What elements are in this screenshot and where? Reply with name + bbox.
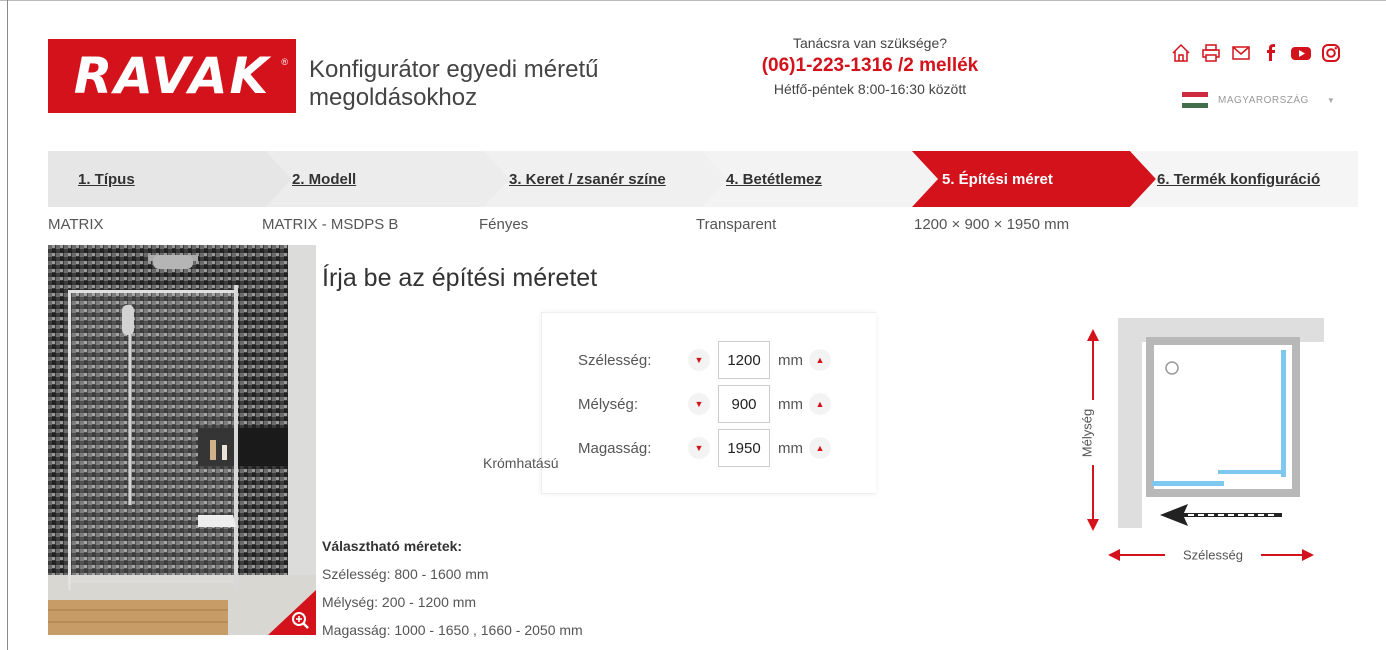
step-4-value: Transparent bbox=[696, 216, 777, 233]
step-5-value: 1200 × 900 × 1950 mm bbox=[914, 216, 1070, 233]
height-unit: mm bbox=[778, 439, 803, 457]
depth-increase-button[interactable]: ▲ bbox=[809, 393, 831, 415]
step-2-value: MATRIX - MSDPS B bbox=[262, 216, 399, 233]
height-decrease-button[interactable]: ▼ bbox=[688, 437, 710, 459]
depth-decrease-button[interactable]: ▼ bbox=[688, 393, 710, 415]
depth-label: Mélység: bbox=[578, 395, 639, 413]
dimension-form: Szélesség: ▼ mm ▲ Mélység: ▼ mm ▲ Magass… bbox=[541, 312, 876, 494]
step-1-tipus[interactable]: 1. Típus bbox=[78, 151, 135, 207]
height-increase-button[interactable]: ▲ bbox=[809, 437, 831, 459]
facebook-icon[interactable] bbox=[1260, 42, 1282, 64]
logo-text: RAVAK bbox=[73, 47, 271, 105]
depth-axis-label: Mélység bbox=[1079, 408, 1095, 458]
step-5-epitesi-meret[interactable]: 5. Építési méret bbox=[942, 151, 1053, 207]
available-depth: Mélység: 200 - 1200 mm bbox=[322, 594, 477, 610]
depth-unit: mm bbox=[778, 395, 803, 413]
hungary-flag-icon bbox=[1182, 92, 1208, 108]
width-axis-label: Szélesség bbox=[1183, 547, 1243, 563]
social-links bbox=[1170, 42, 1342, 64]
step-label: 6. Termék konfiguráció bbox=[1157, 170, 1321, 188]
language-selector[interactable]: MAGYARORSZÁG ▼ bbox=[1182, 92, 1335, 108]
step-2-modell[interactable]: 2. Modell bbox=[292, 151, 356, 207]
available-width: Szélesség: 800 - 1600 mm bbox=[322, 566, 489, 582]
ravak-logo[interactable]: RAVAK ® bbox=[48, 39, 296, 113]
step-6-termek-konfiguracio[interactable]: 6. Termék konfiguráció bbox=[1157, 151, 1320, 207]
frame-left bbox=[7, 0, 8, 650]
depth-row: Mélység: ▼ mm ▲ bbox=[578, 384, 831, 424]
step-3-value: Fényes bbox=[479, 216, 529, 233]
step-label: 3. Keret / zsanér színe bbox=[509, 170, 666, 188]
width-row: Szélesség: ▼ mm ▲ bbox=[578, 340, 831, 380]
help-block: Tanácsra van szüksége? (06)1-223-1316 /2… bbox=[740, 35, 1000, 97]
page-title: Írja be az építési méretet bbox=[322, 264, 598, 292]
width-increase-button[interactable]: ▲ bbox=[809, 349, 831, 371]
height-row: Magasság: ▼ mm ▲ bbox=[578, 428, 831, 468]
available-sizes: Választható méretek: Szélesség: 800 - 16… bbox=[322, 532, 583, 644]
help-hours: Hétfő-péntek 8:00-16:30 között bbox=[773, 81, 967, 97]
width-unit: mm bbox=[778, 351, 803, 369]
step-label: 4. Betétlemez bbox=[726, 170, 822, 188]
step-label: 5. Építési méret bbox=[942, 170, 1053, 188]
layout-diagram: Mélység Szélesség bbox=[1060, 315, 1340, 580]
print-icon[interactable] bbox=[1200, 42, 1222, 64]
step-bar: 1. Típus 2. Modell 3. Keret / zsanér szí… bbox=[48, 151, 1358, 207]
help-question: Tanácsra van szüksége? bbox=[792, 35, 948, 51]
finish-label: Krómhatású bbox=[483, 455, 559, 471]
chevron-down-icon: ▼ bbox=[1326, 95, 1336, 105]
available-sizes-heading: Választható méretek: bbox=[322, 538, 463, 554]
instagram-icon[interactable] bbox=[1320, 42, 1342, 64]
product-photo[interactable] bbox=[48, 245, 316, 635]
step-1-value: MATRIX bbox=[48, 216, 104, 233]
width-input[interactable] bbox=[718, 341, 770, 379]
registered-mark: ® bbox=[281, 57, 288, 67]
home-icon[interactable] bbox=[1170, 42, 1192, 64]
step-4-betetlemez[interactable]: 4. Betétlemez bbox=[726, 151, 822, 207]
youtube-icon[interactable] bbox=[1290, 42, 1312, 64]
mail-icon[interactable] bbox=[1230, 42, 1252, 64]
step-3-keret[interactable]: 3. Keret / zsanér színe bbox=[509, 151, 666, 207]
width-label: Szélesség: bbox=[578, 351, 652, 369]
language-label: MAGYARORSZÁG bbox=[1218, 94, 1309, 106]
depth-input[interactable] bbox=[718, 385, 770, 423]
help-phone[interactable]: (06)1-223-1316 /2 mellék bbox=[740, 54, 1000, 77]
tagline: Konfigurátor egyedi méretű megoldásokhoz bbox=[309, 56, 599, 111]
available-height: Magasság: 1000 - 1650 , 1660 - 2050 mm bbox=[322, 622, 583, 638]
height-label: Magasság: bbox=[578, 439, 652, 457]
step-label: 2. Modell bbox=[292, 170, 357, 188]
width-decrease-button[interactable]: ▼ bbox=[688, 349, 710, 371]
height-input[interactable] bbox=[718, 429, 770, 467]
zoom-button[interactable] bbox=[268, 590, 316, 635]
frame-top bbox=[0, 0, 1386, 1]
step-label: 1. Típus bbox=[78, 170, 135, 188]
